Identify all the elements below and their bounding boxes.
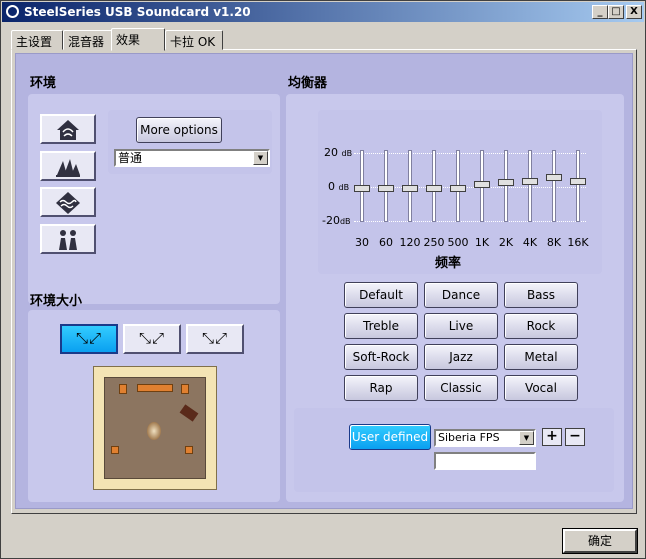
chevron-down-icon[interactable]: ▼ [253,151,268,165]
eq-slider-track[interactable] [552,150,556,222]
add-preset-button[interactable]: + [542,428,562,446]
tab-effects[interactable]: 效果 [111,28,165,51]
size-large-button[interactable]: ⤡⤢ [186,324,244,354]
house-icon [57,120,79,140]
subwoofer-icon [179,404,199,422]
size-small-icon: ⤡⤢ [75,329,102,347]
db-unit-top: dB [341,149,353,158]
db-unit-bottom: dB [339,217,351,226]
size-small-button[interactable]: ⤡⤢ [60,324,118,354]
db-unit-mid: dB [338,183,350,192]
speaker-center-icon [137,384,173,392]
title-bar[interactable]: SteelSeries USB Soundcard v1.20 _ □ X [2,2,644,22]
eq-preset-live-button[interactable]: Live [424,313,498,339]
speaker-right-icon [181,384,189,394]
close-button[interactable]: X [626,5,642,19]
eq-slider-thumb[interactable] [498,179,514,187]
speaker-rear-right-icon [185,446,193,454]
waves-icon [56,192,80,214]
restore-button[interactable]: □ [608,5,624,19]
tab-main-settings[interactable]: 主设置 [11,30,63,50]
ok-button[interactable]: 确定 [562,528,638,554]
eq-preset-default-button[interactable]: Default [344,282,418,308]
eq-slider-thumb[interactable] [426,184,442,192]
db-label-top-value: 20 [324,146,338,159]
effects-content: 环境 More options 普通 ▼ 环境大小 ⤡⤢ ⤡⤢ ⤡⤢ 均衡器 2… [15,53,633,509]
eq-preset-vocal-button[interactable]: Vocal [504,375,578,401]
environment-people-button[interactable] [40,224,96,254]
environment-heading: 环境 [30,76,57,91]
minimize-button[interactable]: _ [592,5,608,19]
db-label-bottom: -20dB [322,214,351,227]
chevron-down-icon[interactable]: ▼ [519,431,534,445]
environment-size-heading: 环境大小 [30,294,83,309]
environment-waves-button[interactable] [40,187,96,217]
eq-frequency-label: 16K [567,236,589,249]
eq-preset-dance-button[interactable]: Dance [424,282,498,308]
environment-opera-button[interactable] [40,151,96,181]
main-window: SteelSeries USB Soundcard v1.20 _ □ X 主设… [0,0,646,559]
eq-slider-thumb[interactable] [402,184,418,192]
eq-slider-track[interactable] [528,150,532,222]
environment-preset-value: 普通 [118,151,143,165]
environment-house-button[interactable] [40,114,96,144]
eq-slider-thumb[interactable] [570,177,586,185]
eq-slider-track[interactable] [576,150,580,222]
eq-preset-metal-button[interactable]: Metal [504,344,578,370]
eq-slider-thumb[interactable] [378,184,394,192]
speaker-left-icon [119,384,127,394]
db-label-top: 20 dB [324,146,352,159]
db-label-mid: 0 dB [328,180,349,193]
eq-preset-treble-button[interactable]: Treble [344,313,418,339]
eq-slider-thumb[interactable] [354,184,370,192]
user-defined-button[interactable]: User defined [349,424,431,450]
eq-preset-rock-button[interactable]: Rock [504,313,578,339]
db-label-bottom-value: -20 [322,214,340,227]
size-medium-button[interactable]: ⤡⤢ [123,324,181,354]
eq-preset-jazz-button[interactable]: Jazz [424,344,498,370]
environment-preset-select[interactable]: 普通 ▼ [114,149,270,167]
eq-slider-thumb[interactable] [546,174,562,181]
eq-preset-bass-button[interactable]: Bass [504,282,578,308]
eq-slider-thumb[interactable] [522,177,538,185]
eq-slider-thumb[interactable] [474,181,490,189]
eq-preset-soft-rock-button[interactable]: Soft-Rock [344,344,418,370]
tab-mixer[interactable]: 混音器 [63,30,113,50]
eq-preset-classic-button[interactable]: Classic [424,375,498,401]
db-label-mid-value: 0 [328,180,335,193]
room-floor [104,377,206,479]
tab-karaoke[interactable]: 卡拉 OK [165,30,223,50]
preset-name-input[interactable] [434,452,536,470]
size-large-icon: ⤡⤢ [201,329,228,347]
more-options-button[interactable]: More options [136,117,222,143]
listener-icon [147,422,161,440]
eq-preset-rap-button[interactable]: Rap [344,375,418,401]
frequency-label: 频率 [435,256,462,271]
speaker-rear-left-icon [111,446,119,454]
window-title: SteelSeries USB Soundcard v1.20 [24,5,251,19]
opera-house-icon [56,159,80,177]
steelseries-icon [6,5,19,18]
user-defined-panel [294,408,614,492]
people-icon [59,230,77,250]
eq-slider-thumb[interactable] [450,184,466,192]
user-preset-select[interactable]: Siberia FPS ▼ [434,429,536,447]
room-preview [93,366,217,490]
size-medium-icon: ⤡⤢ [138,329,165,347]
remove-preset-button[interactable]: − [565,428,585,446]
equalizer-heading: 均衡器 [288,76,328,91]
user-preset-value: Siberia FPS [438,431,500,444]
